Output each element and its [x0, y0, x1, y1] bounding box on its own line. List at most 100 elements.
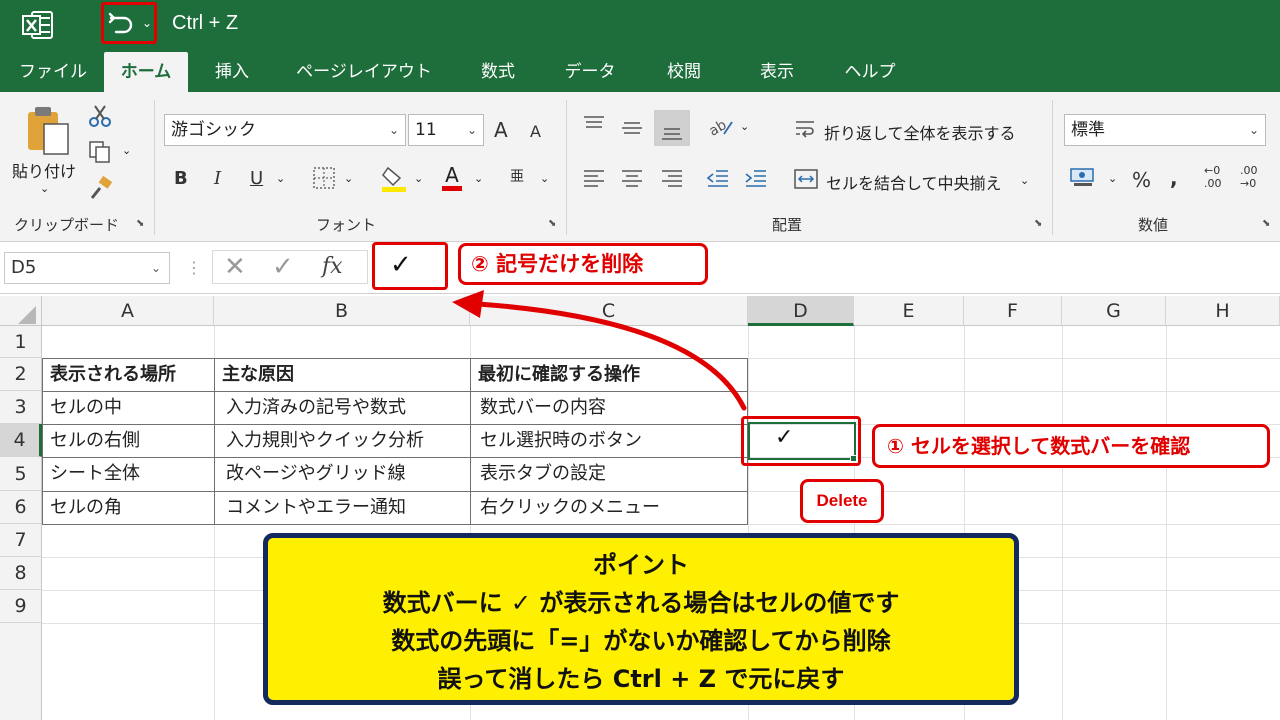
row-header-4[interactable]: 4 — [0, 424, 42, 457]
align-left-icon[interactable] — [582, 168, 606, 188]
number-format-dropdown[interactable]: 標準 ⌄ — [1064, 114, 1266, 146]
paste-label[interactable]: 貼り付け — [12, 158, 76, 182]
increase-indent-icon[interactable] — [744, 168, 768, 188]
tab-review[interactable]: 校閲 — [652, 52, 716, 92]
copy-icon[interactable] — [88, 140, 112, 164]
underline-button[interactable]: U — [250, 168, 263, 189]
cell-b3[interactable]: 入力済みの記号や数式 — [226, 391, 406, 424]
row-header-9[interactable]: 9 — [0, 590, 42, 623]
decrease-indent-icon[interactable] — [706, 168, 730, 188]
align-middle-icon[interactable] — [620, 118, 644, 138]
tab-formulas[interactable]: 数式 — [466, 52, 530, 92]
comma-style-button[interactable]: , — [1170, 166, 1178, 190]
borders-icon[interactable] — [312, 166, 336, 190]
row-header-2[interactable]: 2 — [0, 358, 42, 391]
tab-home[interactable]: ホーム — [104, 52, 188, 92]
enter-icon[interactable]: ✓ — [272, 252, 294, 282]
row-header-1[interactable]: 1 — [0, 326, 42, 358]
tab-view[interactable]: 表示 — [745, 52, 809, 92]
borders-dropdown-icon[interactable]: ⌄ — [344, 172, 353, 185]
tab-help[interactable]: ヘルプ — [832, 52, 908, 92]
cell-c5[interactable]: 表示タブの設定 — [480, 457, 606, 490]
orientation-icon[interactable]: ab — [706, 114, 734, 138]
fill-color-dropdown-icon[interactable]: ⌄ — [414, 172, 423, 185]
cell-b5[interactable]: 改ページやグリッド線 — [226, 457, 406, 490]
currency-dropdown-icon[interactable]: ⌄ — [1108, 172, 1117, 185]
excel-logo-icon[interactable] — [22, 10, 54, 40]
cell-a2[interactable]: 表示される場所 — [50, 358, 176, 391]
font-name-dropdown[interactable]: 游ゴシック ⌄ — [164, 114, 406, 146]
cut-icon[interactable] — [88, 104, 112, 128]
formula-bar-input[interactable]: ✓ — [390, 250, 412, 280]
font-launcher-icon[interactable]: ⬊ — [548, 218, 556, 229]
row-header-3[interactable]: 3 — [0, 391, 42, 424]
copy-dropdown-icon[interactable]: ⌄ — [122, 144, 131, 157]
column-header-h[interactable]: H — [1166, 296, 1280, 326]
font-color-dropdown-icon[interactable]: ⌄ — [474, 172, 483, 185]
cell-c2[interactable]: 最初に確認する操作 — [478, 358, 640, 391]
increase-decimal-button[interactable]: ←0 .00 — [1204, 164, 1232, 194]
row-header-7[interactable]: 7 — [0, 524, 42, 557]
column-header-d[interactable]: D — [748, 296, 854, 326]
format-painter-icon[interactable] — [88, 176, 114, 200]
underline-dropdown-icon[interactable]: ⌄ — [276, 172, 285, 185]
phonetic-dropdown-icon[interactable]: ⌄ — [540, 172, 549, 185]
percent-style-button[interactable]: % — [1132, 168, 1151, 192]
font-size-dropdown[interactable]: 11 ⌄ — [408, 114, 484, 146]
phonetic-guide-button[interactable]: 亜 — [510, 166, 524, 186]
fill-color-icon[interactable] — [380, 164, 408, 192]
undo-dropdown-chevron-icon[interactable]: ⌄ — [142, 16, 152, 30]
cell-c3[interactable]: 数式バーの内容 — [480, 391, 606, 424]
row-header-5[interactable]: 5 — [0, 457, 42, 491]
grow-font-button[interactable]: A — [494, 118, 508, 142]
cell-b2[interactable]: 主な原因 — [222, 358, 294, 391]
column-header-c[interactable]: C — [470, 296, 748, 326]
merge-dropdown-icon[interactable]: ⌄ — [1020, 174, 1029, 187]
cell-a3[interactable]: セルの中 — [50, 391, 122, 424]
merge-center-button[interactable]: セルを結合して中央揃え — [826, 170, 1002, 194]
number-launcher-icon[interactable]: ⬊ — [1262, 218, 1270, 229]
tab-insert[interactable]: 挿入 — [200, 52, 264, 92]
paste-icon[interactable] — [24, 104, 72, 156]
formula-bar-grip-icon[interactable]: ⋮ — [186, 258, 202, 277]
cell-c6[interactable]: 右クリックのメニュー — [480, 491, 660, 524]
cell-b6[interactable]: コメントやエラー通知 — [226, 491, 406, 524]
decrease-decimal-button[interactable]: .00 →0 — [1240, 164, 1268, 194]
column-header-g[interactable]: G — [1062, 296, 1166, 326]
insert-function-icon[interactable]: fx — [322, 254, 343, 279]
wrap-text-icon[interactable] — [794, 118, 816, 140]
cancel-icon[interactable]: ✕ — [224, 252, 246, 282]
merge-center-icon[interactable] — [794, 168, 818, 190]
column-header-a[interactable]: A — [42, 296, 214, 326]
currency-format-icon[interactable] — [1070, 166, 1096, 188]
tab-file[interactable]: ファイル — [10, 52, 96, 92]
row-header-6[interactable]: 6 — [0, 491, 42, 524]
wrap-text-button[interactable]: 折り返して全体を表示する — [824, 120, 1016, 144]
bold-button[interactable]: B — [174, 168, 188, 189]
name-box[interactable]: D5 ⌄ — [4, 252, 170, 284]
column-header-b[interactable]: B — [214, 296, 470, 326]
paste-dropdown-icon[interactable]: ⌄ — [40, 182, 49, 195]
cell-c4[interactable]: セル選択時のボタン — [480, 424, 642, 457]
clipboard-launcher-icon[interactable]: ⬊ — [136, 218, 144, 229]
tab-page-layout[interactable]: ページレイアウト — [288, 52, 440, 92]
orientation-dropdown-icon[interactable]: ⌄ — [740, 120, 749, 133]
italic-button[interactable]: I — [214, 168, 221, 189]
cell-a4[interactable]: セルの右側 — [50, 424, 140, 457]
align-right-icon[interactable] — [660, 168, 684, 188]
undo-icon[interactable] — [108, 10, 136, 36]
alignment-launcher-icon[interactable]: ⬊ — [1034, 218, 1042, 229]
column-header-e[interactable]: E — [854, 296, 964, 326]
align-center-icon[interactable] — [620, 168, 644, 188]
table-border — [470, 358, 471, 524]
align-bottom-button[interactable] — [654, 110, 690, 146]
align-top-icon[interactable] — [582, 114, 606, 134]
column-header-f[interactable]: F — [964, 296, 1062, 326]
cell-b4[interactable]: 入力規則やクイック分析 — [226, 424, 424, 457]
cell-a5[interactable]: シート全体 — [50, 457, 140, 490]
cell-a6[interactable]: セルの角 — [50, 491, 122, 524]
font-color-button[interactable]: A — [442, 164, 462, 191]
row-header-8[interactable]: 8 — [0, 557, 42, 590]
shrink-font-button[interactable]: A — [530, 122, 541, 141]
tab-data[interactable]: データ — [552, 52, 628, 92]
